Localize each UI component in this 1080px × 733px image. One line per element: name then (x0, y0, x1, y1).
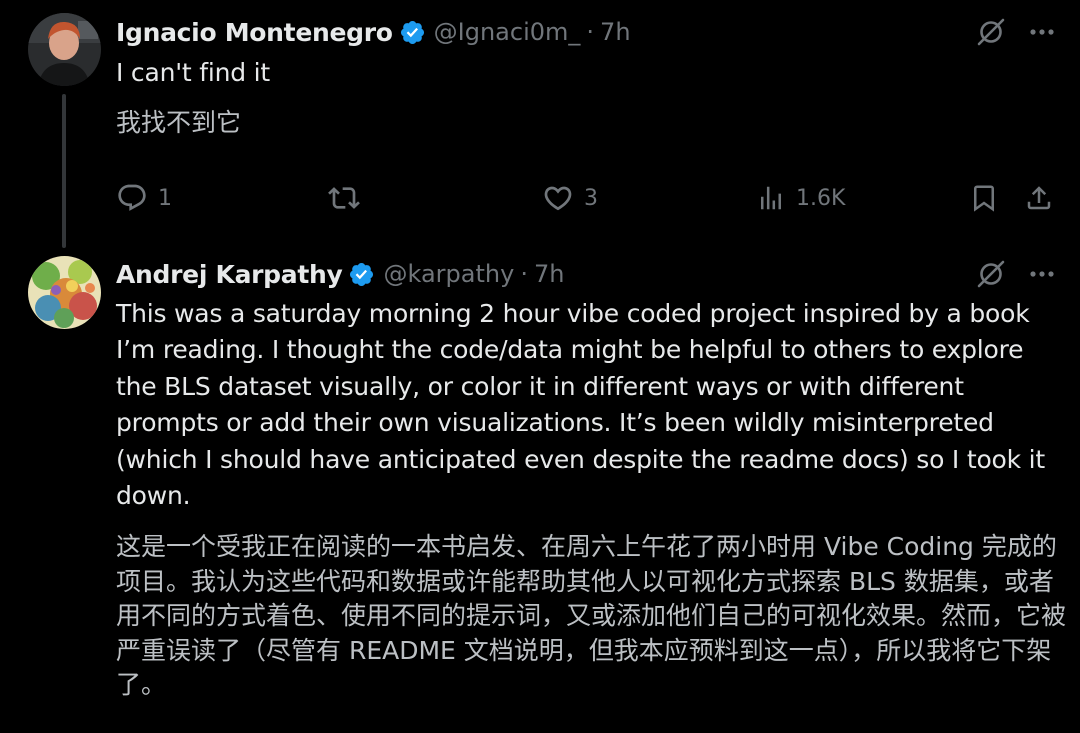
timestamp[interactable]: 7h (534, 260, 564, 288)
share-icon (1024, 183, 1054, 213)
like-button[interactable]: 3 (542, 178, 598, 218)
share-button[interactable] (1024, 178, 1054, 218)
tweet-text: This was a saturday morning 2 hour vibe … (116, 299, 1046, 511)
tweet-top-actions (976, 259, 1056, 289)
tweet-translation: 我找不到它 (116, 108, 242, 137)
verified-badge-icon (348, 261, 375, 288)
timestamp[interactable]: 7h (600, 18, 630, 46)
tweet-main[interactable]: Andrej Karpathy @karpathy · 7h This was … (0, 250, 1080, 733)
reply-button[interactable]: 1 (116, 178, 172, 218)
tweet-translation: 这是一个受我正在阅读的一本书启发、在周六上午花了两小时用 Vibe Coding… (116, 532, 1067, 699)
grok-icon[interactable] (976, 17, 1006, 47)
avatar[interactable] (28, 256, 101, 329)
heart-icon (542, 182, 574, 214)
reply-icon (116, 182, 148, 214)
views-count: 1.6K (796, 185, 846, 211)
grok-icon[interactable] (976, 259, 1006, 289)
tweet-text: I can't find it (116, 58, 271, 87)
bookmark-button[interactable] (969, 178, 999, 218)
author-handle[interactable]: @karpathy (383, 260, 514, 288)
reply-count: 1 (158, 185, 172, 211)
tweet-header: Ignacio Montenegro @Ignaci0m_ · 7h (116, 15, 631, 49)
author-name[interactable]: Ignacio Montenegro (116, 18, 393, 47)
views-button[interactable]: 1.6K (756, 178, 845, 218)
verified-badge-icon (399, 19, 426, 46)
action-bar: 1 3 1.6K (116, 178, 1060, 218)
separator-dot: · (520, 260, 528, 288)
more-options-icon[interactable] (1028, 260, 1056, 288)
repost-button[interactable] (328, 178, 370, 218)
tweet-top-actions (976, 17, 1056, 47)
more-options-icon[interactable] (1028, 18, 1056, 46)
separator-dot: · (586, 18, 595, 46)
bookmark-icon (969, 183, 999, 213)
author-name[interactable]: Andrej Karpathy (116, 260, 343, 289)
avatar[interactable] (28, 13, 101, 86)
tweet-reply[interactable]: Ignacio Montenegro @Ignaci0m_ · 7h I can… (0, 0, 1080, 250)
author-handle[interactable]: @Ignaci0m_ (434, 18, 581, 46)
tweet-header: Andrej Karpathy @karpathy · 7h (116, 257, 564, 291)
like-count: 3 (584, 185, 598, 211)
repost-icon (328, 182, 360, 214)
thread-line (62, 94, 66, 248)
views-chart-icon (756, 183, 786, 213)
